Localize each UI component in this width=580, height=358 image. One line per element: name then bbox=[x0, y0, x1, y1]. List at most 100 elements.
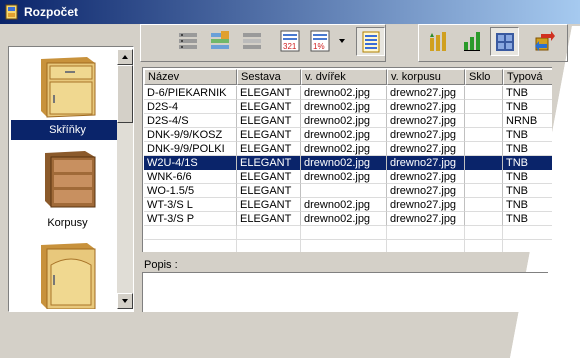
column-header[interactable]: Typová bbox=[503, 69, 552, 85]
table-row[interactable]: D2S-4/S ELEGANT drewno02.jpg drewno27.jpg NR… bbox=[144, 114, 552, 128]
table-cell: WT-3/S L bbox=[144, 198, 237, 212]
sort-numeric-icon: 321 bbox=[280, 30, 300, 52]
table-row[interactable]: D2S-4 ELEGANT drewno02.jpg drewno27.jpg TNB bbox=[144, 100, 552, 114]
percent-button[interactable]: 1% bbox=[306, 27, 335, 56]
grid-line bbox=[236, 226, 237, 252]
column-header[interactable]: v. dvířek bbox=[301, 69, 387, 85]
table-cell: drewno02.jpg bbox=[301, 86, 387, 100]
table-cell: DNK-9/9/POLKI bbox=[144, 142, 237, 156]
column-header[interactable]: v. korpusu bbox=[387, 69, 465, 85]
category-scrollbar[interactable] bbox=[117, 49, 133, 309]
scroll-thumb[interactable] bbox=[117, 65, 133, 123]
list-edit-button[interactable] bbox=[174, 27, 203, 56]
table-row[interactable]: WT-3/S L ELEGANT drewno02.jpg drewno27.jpg T… bbox=[144, 198, 552, 212]
table-row[interactable]: DNK-9/9/POLKI ELEGANT drewno02.jpg drewno27… bbox=[144, 142, 552, 156]
items-table[interactable]: Název Sestava v. dvířek v. korpusu Sklo Typov… bbox=[142, 67, 552, 252]
bars-chart-button[interactable] bbox=[458, 27, 487, 56]
category-item-skrinky[interactable]: Skříňky bbox=[11, 49, 124, 142]
column-header[interactable]: Název bbox=[144, 69, 237, 85]
table-cell: drewno27.jpg bbox=[387, 212, 465, 226]
table-cell bbox=[465, 184, 503, 198]
table-cell: TNB bbox=[503, 100, 552, 114]
table-cell: ELEGANT bbox=[237, 86, 301, 100]
document-list-button[interactable] bbox=[356, 27, 385, 56]
table-cell: D2S-4 bbox=[144, 100, 237, 114]
grid-line bbox=[464, 226, 465, 252]
table-cell bbox=[465, 212, 503, 226]
table-cell: TNB bbox=[503, 198, 552, 212]
table-row[interactable]: DNK-9/9/KOSZ ELEGANT drewno02.jpg drewno27.… bbox=[144, 128, 552, 142]
category-item-doors[interactable] bbox=[11, 241, 124, 309]
table-cell: W2U-4/1S bbox=[144, 156, 237, 170]
export-button[interactable] bbox=[530, 27, 559, 56]
table-row[interactable]: WT-3/S P ELEGANT drewno02.jpg drewno27.jpg T… bbox=[144, 212, 552, 226]
table-cell: ELEGANT bbox=[237, 170, 301, 184]
table-cell: TNB bbox=[503, 128, 552, 142]
table-row[interactable]: W2U-4/1S ELEGANT drewno02.jpg drewno27.jpg T… bbox=[144, 156, 552, 170]
table-cell bbox=[465, 170, 503, 184]
table-cell: TNB bbox=[503, 212, 552, 226]
table-cell bbox=[465, 100, 503, 114]
list-print-button[interactable] bbox=[238, 27, 267, 56]
table-row[interactable]: WNK-6/6 ELEGANT drewno02.jpg drewno27.jpg TN… bbox=[144, 170, 552, 184]
list-print-icon bbox=[243, 33, 261, 49]
table-cell: drewno27.jpg bbox=[387, 142, 465, 156]
grid-view-button[interactable] bbox=[490, 27, 519, 56]
bars-chart-icon bbox=[464, 32, 480, 51]
table-cell: drewno27.jpg bbox=[387, 100, 465, 114]
table-cell: drewno02.jpg bbox=[301, 142, 387, 156]
export-arrows-icon bbox=[535, 31, 555, 51]
table-row[interactable]: D-6/PIEKARNIK ELEGANT drewno02.jpg drewno27… bbox=[144, 86, 552, 100]
table-cell: WO-1.5/5 bbox=[144, 184, 237, 198]
dropdown-arrow-icon bbox=[339, 39, 345, 43]
svg-text:321: 321 bbox=[283, 42, 297, 51]
grid-line bbox=[144, 239, 552, 240]
table-cell: ELEGANT bbox=[237, 212, 301, 226]
window-title: Rozpočet bbox=[24, 5, 78, 19]
table-cell: drewno27.jpg bbox=[387, 156, 465, 170]
scroll-up-button[interactable] bbox=[117, 49, 133, 65]
table-cell bbox=[465, 142, 503, 156]
scroll-down-button[interactable] bbox=[117, 293, 133, 309]
table-cell: ELEGANT bbox=[237, 128, 301, 142]
column-header[interactable]: Sklo bbox=[465, 69, 503, 85]
grid-view-icon bbox=[496, 33, 514, 51]
table-cell: drewno02.jpg bbox=[301, 198, 387, 212]
title-bar[interactable]: Rozpočet bbox=[0, 0, 580, 24]
table-cell bbox=[465, 198, 503, 212]
grid-line bbox=[300, 226, 301, 252]
dropdown-button[interactable] bbox=[336, 28, 348, 55]
column-header[interactable]: Sestava bbox=[237, 69, 301, 85]
table-cell: drewno27.jpg bbox=[387, 170, 465, 184]
table-cell bbox=[465, 156, 503, 170]
sort-numeric-button[interactable]: 321 bbox=[276, 27, 305, 56]
table-cell: ELEGANT bbox=[237, 114, 301, 128]
table-cell: drewno27.jpg bbox=[387, 198, 465, 212]
table-cell: drewno27.jpg bbox=[387, 86, 465, 100]
category-label: Skříňky bbox=[11, 120, 124, 140]
table-cell: drewno27.jpg bbox=[387, 184, 465, 198]
cabinet-carcass-icon bbox=[45, 151, 96, 208]
table-cell: drewno02.jpg bbox=[301, 128, 387, 142]
table-cell: drewno02.jpg bbox=[301, 114, 387, 128]
popis-field[interactable] bbox=[142, 272, 548, 312]
category-panel: Skříňky Korpusy bbox=[8, 46, 134, 312]
table-cell: ELEGANT bbox=[237, 142, 301, 156]
bars-up-button[interactable] bbox=[424, 27, 453, 56]
list-color-button[interactable] bbox=[206, 27, 235, 56]
list-color-icon bbox=[211, 31, 229, 49]
table-cell bbox=[465, 86, 503, 100]
arrow-up-icon bbox=[122, 55, 128, 59]
table-row[interactable]: WO-1.5/5 ELEGANT drewno27.jpg TNB bbox=[144, 184, 552, 198]
table-cell: WT-3/S P bbox=[144, 212, 237, 226]
table-cell: drewno02.jpg bbox=[301, 212, 387, 226]
grid-line bbox=[386, 226, 387, 252]
table-cell: TNB bbox=[503, 156, 552, 170]
category-label: Korpusy bbox=[47, 217, 88, 229]
percent-icon: 1% bbox=[310, 30, 330, 52]
svg-text:1%: 1% bbox=[313, 42, 325, 51]
table-cell: drewno27.jpg bbox=[387, 128, 465, 142]
table-cell: drewno27.jpg bbox=[387, 114, 465, 128]
category-item-korpusy[interactable]: Korpusy bbox=[11, 145, 124, 237]
arrow-down-icon bbox=[122, 299, 128, 303]
